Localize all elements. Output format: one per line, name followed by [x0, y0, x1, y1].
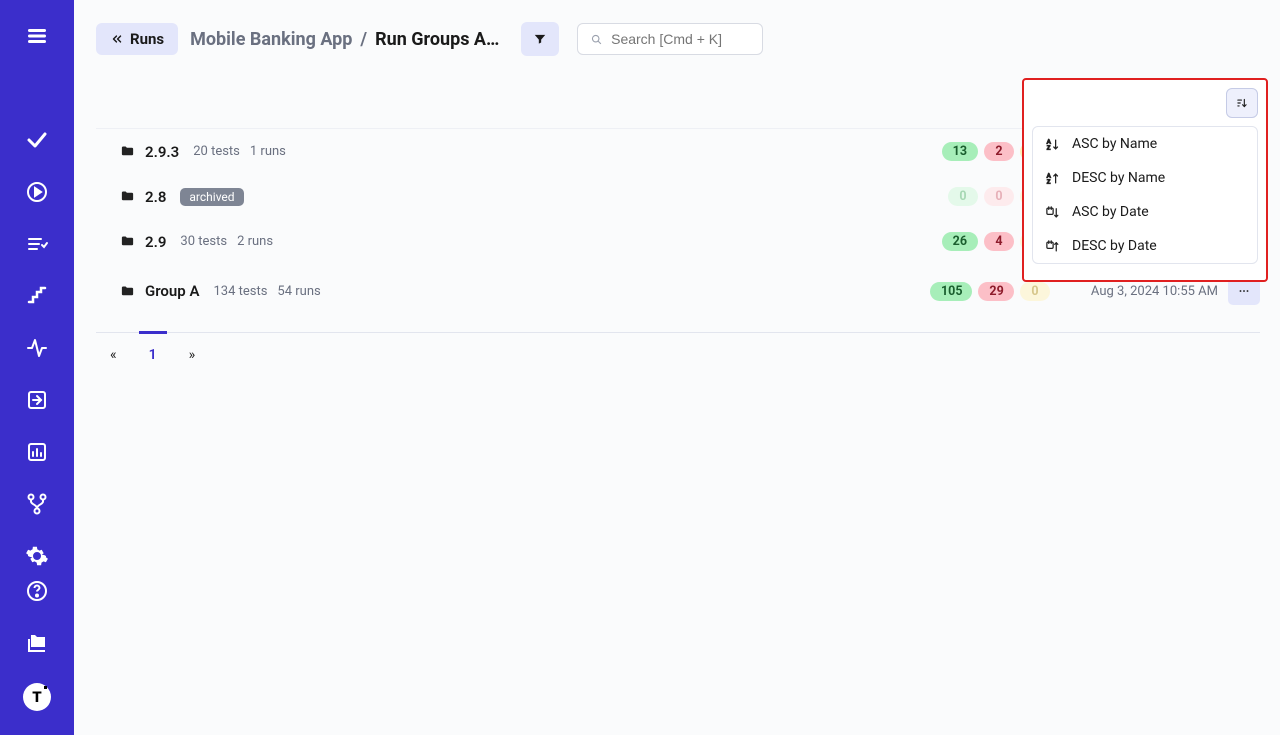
svg-text:Z: Z [1047, 145, 1051, 151]
folders-icon[interactable] [25, 631, 49, 655]
content: AZ ASC by Name AZ DESC by Name ASC by Da… [74, 78, 1280, 363]
svg-text:A: A [1047, 173, 1051, 179]
group-name: 2.9 [145, 233, 166, 251]
group-name: Group A [145, 282, 199, 300]
group-name: 2.9.3 [145, 143, 179, 161]
check-icon[interactable] [25, 128, 49, 152]
pill-warn: 0 [1020, 282, 1050, 301]
svg-text:Z: Z [1047, 179, 1051, 185]
group-name: 2.8 [145, 188, 166, 206]
breadcrumb-project[interactable]: Mobile Banking App [190, 29, 352, 50]
filter-icon [533, 32, 547, 46]
group-tests: 30 tests [180, 234, 227, 249]
activity-icon[interactable] [25, 336, 49, 360]
group-tests: 20 tests [193, 144, 240, 159]
main: Runs Mobile Banking App / Run Groups Arc… [74, 0, 1280, 735]
header: Runs Mobile Banking App / Run Groups Arc… [74, 0, 1280, 78]
sort-asc-name[interactable]: AZ ASC by Name [1033, 127, 1257, 161]
search-icon [590, 32, 603, 47]
pill-pass: 13 [942, 142, 978, 161]
sort-asc-date[interactable]: ASC by Date [1033, 195, 1257, 229]
chevron-double-left-icon [110, 32, 124, 46]
sort-dropdown: AZ ASC by Name AZ DESC by Name ASC by Da… [1032, 126, 1258, 264]
pagination: « 1 » [96, 333, 1260, 363]
play-circle-icon[interactable] [25, 180, 49, 204]
group-tests: 134 tests [213, 284, 267, 299]
import-icon[interactable] [25, 388, 49, 412]
pill-fail: 29 [978, 282, 1014, 301]
sort-name-asc-icon: AZ [1045, 137, 1060, 152]
page-number[interactable]: 1 [149, 347, 157, 363]
pill-pass: 105 [930, 282, 972, 301]
group-date: Aug 3, 2024 10:55 AM [1070, 284, 1218, 299]
filter-button[interactable] [521, 22, 559, 56]
group-runs: 2 runs [237, 234, 273, 249]
help-icon[interactable] [25, 579, 49, 603]
sort-date-desc-icon [1045, 239, 1060, 254]
app-logo[interactable]: T [23, 683, 51, 711]
sort-name-desc-icon: AZ [1045, 171, 1060, 186]
sort-desc-date[interactable]: DESC by Date [1033, 229, 1257, 263]
breadcrumb: Mobile Banking App / Run Groups Archive [190, 29, 503, 50]
archived-badge: archived [180, 188, 243, 206]
sort-item-label: ASC by Date [1072, 204, 1149, 220]
sort-date-asc-icon [1045, 205, 1060, 220]
sort-item-label: ASC by Name [1072, 136, 1157, 152]
pill-fail: 4 [984, 232, 1014, 251]
sort-desc-name[interactable]: AZ DESC by Name [1033, 161, 1257, 195]
search-input[interactable] [611, 31, 750, 47]
page-next[interactable]: » [189, 347, 196, 363]
sort-panel-highlight: AZ ASC by Name AZ DESC by Name ASC by Da… [1022, 78, 1268, 282]
sort-button[interactable] [1226, 88, 1258, 118]
pill-fail: 0 [984, 187, 1014, 206]
status-pills: 105 29 0 [930, 282, 1050, 301]
search-box[interactable] [577, 23, 763, 55]
folder-icon [120, 234, 135, 249]
gear-icon[interactable] [25, 544, 49, 568]
pill-pass: 26 [942, 232, 978, 251]
menu-icon[interactable] [25, 24, 49, 48]
group-runs: 54 runs [277, 284, 320, 299]
checklist-icon[interactable] [25, 232, 49, 256]
svg-text:A: A [1047, 139, 1051, 145]
folder-icon [120, 189, 135, 204]
sidebar: T [0, 0, 74, 735]
chart-icon[interactable] [25, 440, 49, 464]
folder-icon [120, 144, 135, 159]
pill-fail: 2 [984, 142, 1014, 161]
more-horizontal-icon [1237, 284, 1251, 298]
steps-icon[interactable] [25, 284, 49, 308]
pill-pass: 0 [948, 187, 978, 206]
page-prev[interactable]: « [110, 347, 117, 363]
folder-icon [120, 284, 135, 299]
back-button[interactable]: Runs [96, 23, 178, 55]
sort-icon [1235, 96, 1249, 110]
breadcrumb-sep: / [360, 29, 367, 50]
sort-item-label: DESC by Name [1072, 170, 1165, 186]
branch-icon[interactable] [25, 492, 49, 516]
back-label: Runs [130, 30, 164, 48]
sort-item-label: DESC by Date [1072, 238, 1157, 254]
group-runs: 1 runs [250, 144, 286, 159]
breadcrumb-current: Run Groups Archive [375, 29, 503, 50]
